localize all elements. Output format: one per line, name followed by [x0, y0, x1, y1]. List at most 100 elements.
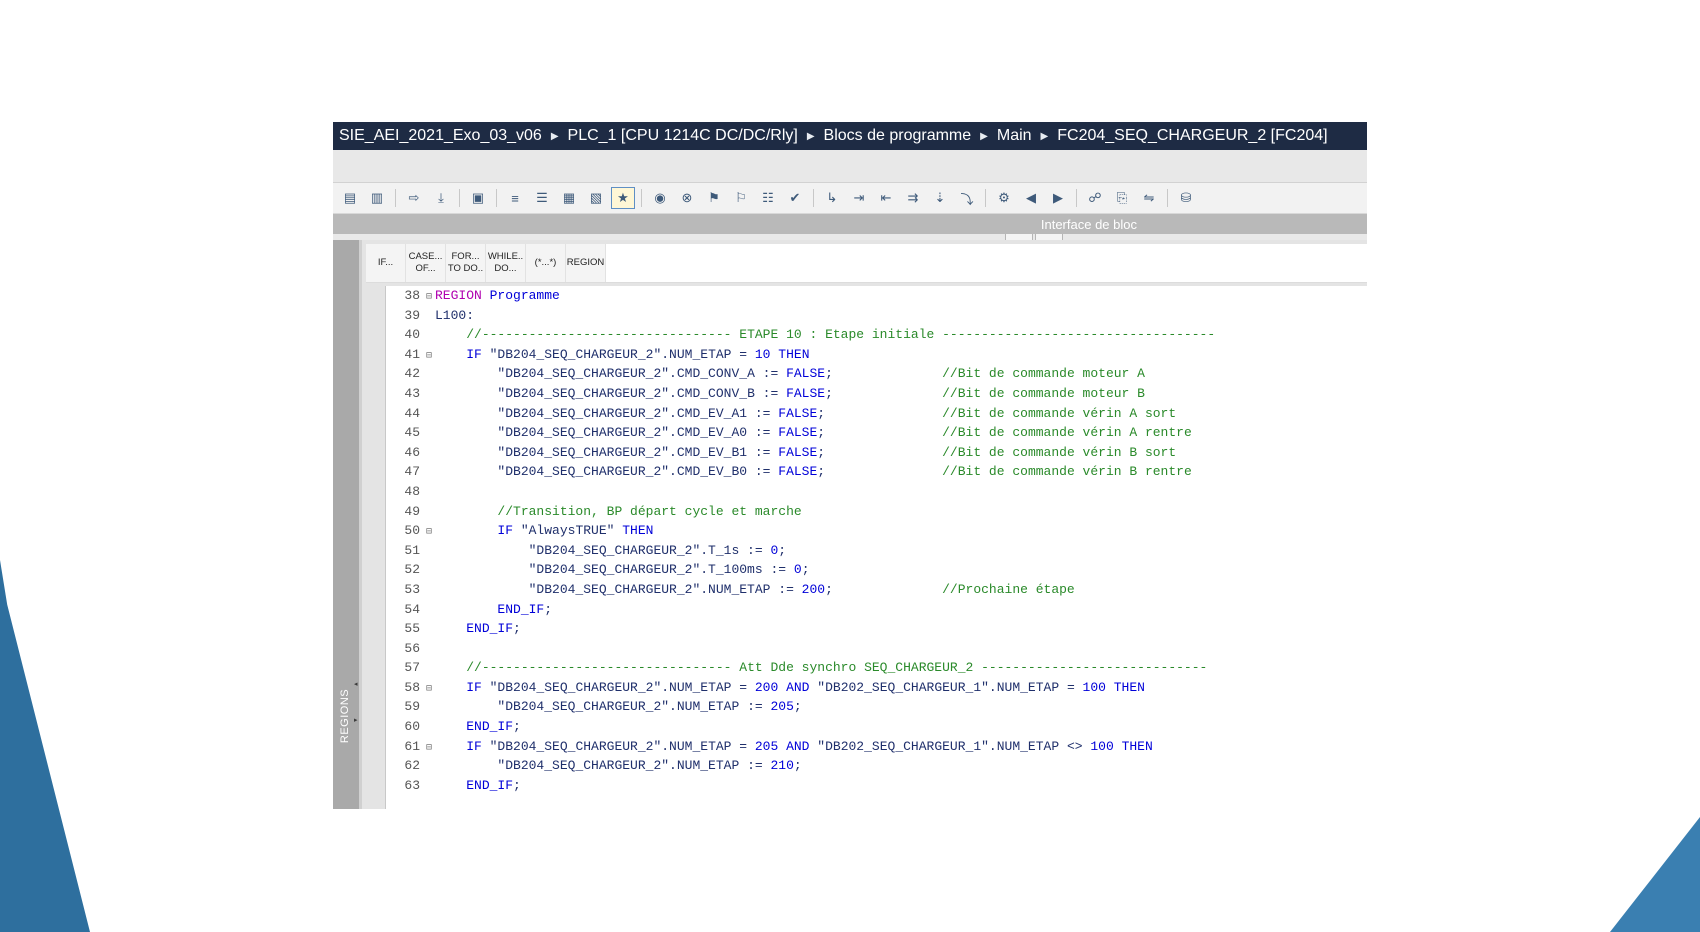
- step-into-icon[interactable]: ⇥: [848, 188, 870, 208]
- insert-network-icon[interactable]: ▤: [339, 188, 361, 208]
- code-token: "AlwaysTRUE": [513, 523, 615, 539]
- code-line[interactable]: 40 //-------------------------------- ET…: [386, 325, 1367, 345]
- decorative-right-shape: [1610, 817, 1700, 932]
- code-line[interactable]: 60 END_IF;: [386, 717, 1367, 737]
- code-line[interactable]: 44 "DB204_SEQ_CHARGEUR_2".CMD_EV_A1 := F…: [386, 404, 1367, 424]
- breadcrumb-item[interactable]: Blocs de programme: [824, 127, 972, 145]
- code-token: "DB204_SEQ_CHARGEUR_2".CMD_EV_B1 :=: [497, 444, 779, 460]
- check-icon[interactable]: ✔: [784, 188, 806, 208]
- line-number: 44: [404, 405, 420, 421]
- delete-network-icon[interactable]: ▥: [366, 188, 388, 208]
- download-icon[interactable]: ⤓: [430, 188, 452, 208]
- code-line[interactable]: 45 "DB204_SEQ_CHARGEUR_2".CMD_EV_A0 := F…: [386, 423, 1367, 443]
- regions-expand-icon[interactable]: ▸: [354, 716, 358, 724]
- code-token: ;: [778, 542, 787, 558]
- code-text: "DB204_SEQ_CHARGEUR_2".NUM_ETAP := 205;: [435, 699, 801, 715]
- line-icon[interactable]: ⤵: [956, 188, 978, 208]
- code-text: //-------------------------------- Att D…: [435, 660, 1207, 675]
- goto-icon[interactable]: ↳: [821, 188, 843, 208]
- line-number: 62: [404, 758, 420, 774]
- snippet-button[interactable]: WHILE.. DO...: [486, 244, 526, 282]
- code-line[interactable]: 41 ⊟ IF "DB204_SEQ_CHARGEUR_2".NUM_ETAP =…: [386, 345, 1367, 365]
- code-token: ;: [817, 444, 943, 460]
- db-icon[interactable]: ⛁: [1175, 188, 1197, 208]
- code-token: THEN: [614, 523, 654, 539]
- code-token: ;: [513, 719, 521, 735]
- compile-icon[interactable]: ⇨: [403, 188, 425, 208]
- monitoring-on-icon[interactable]: ☍: [1084, 188, 1106, 208]
- regions-panel[interactable]: REGIONS ◂ ▸: [333, 240, 359, 809]
- code-line[interactable]: 57 //-------------------------------- At…: [386, 658, 1367, 678]
- breakpoint-icon[interactable]: ◉: [649, 188, 671, 208]
- favorites-icon[interactable]: ★: [611, 187, 635, 209]
- block-interface-bar[interactable]: Interface de bloc: [333, 214, 1367, 234]
- code-line[interactable]: 39 L100:: [386, 306, 1367, 326]
- comment-icon[interactable]: ▦: [558, 188, 580, 208]
- bookmark-icon[interactable]: ⚑: [703, 188, 725, 208]
- step-over-icon[interactable]: ⇉: [902, 188, 924, 208]
- code-token: IF: [466, 738, 482, 754]
- step-out-icon[interactable]: ⇤: [875, 188, 897, 208]
- snippet-button[interactable]: REGION: [566, 244, 606, 282]
- code-line[interactable]: 61 ⊟ IF "DB204_SEQ_CHARGEUR_2".NUM_ETAP =…: [386, 737, 1367, 757]
- code-line[interactable]: 53 "DB204_SEQ_CHARGEUR_2".NUM_ETAP := 20…: [386, 580, 1367, 600]
- code-line[interactable]: 51 "DB204_SEQ_CHARGEUR_2".T_1s := 0;: [386, 541, 1367, 561]
- indent-icon[interactable]: ≡: [504, 188, 526, 208]
- code-token: FALSE: [786, 385, 826, 401]
- snippet-button[interactable]: FOR... TO DO..: [446, 244, 486, 282]
- delete-breakpoint-icon[interactable]: ⊗: [676, 188, 698, 208]
- regions-collapse-icon[interactable]: ◂: [354, 680, 358, 688]
- snapshot-icon[interactable]: ⎘: [1111, 188, 1133, 208]
- breadcrumb-item[interactable]: FC204_SEQ_CHARGEUR_2 [FC204]: [1057, 127, 1327, 145]
- compare-icon[interactable]: ⇋: [1138, 188, 1160, 208]
- next-bookmark-icon[interactable]: ⚐: [730, 188, 752, 208]
- outdent-icon[interactable]: ☰: [531, 188, 553, 208]
- code-line[interactable]: 48: [386, 482, 1367, 502]
- code-line[interactable]: 50 ⊟ IF "AlwaysTRUE" THEN: [386, 521, 1367, 541]
- breadcrumb-item[interactable]: Main: [997, 127, 1032, 145]
- code-editor[interactable]: 38 ⊟ REGION Programme 39 L100: 40 //--------…: [385, 286, 1367, 809]
- code-token: THEN: [1113, 738, 1153, 754]
- toolbar-separator: [459, 189, 460, 207]
- call-hierarchy-icon[interactable]: ⚙: [993, 188, 1015, 208]
- code-token: ;: [825, 366, 943, 382]
- toolbar-separator: [496, 189, 497, 207]
- code-token: 100: [1082, 679, 1106, 695]
- code-text: "DB204_SEQ_CHARGEUR_2".CMD_EV_B1 := FALS…: [435, 445, 1176, 460]
- code-line[interactable]: 47 "DB204_SEQ_CHARGEUR_2".CMD_EV_B0 := F…: [386, 462, 1367, 482]
- prev-icon[interactable]: ◀: [1020, 188, 1042, 208]
- list-icon[interactable]: ☷: [757, 188, 779, 208]
- snippet-button[interactable]: IF...: [366, 244, 406, 282]
- monitor-icon[interactable]: ▣: [467, 188, 489, 208]
- code-line[interactable]: 49 //Transition, BP départ cycle et marc…: [386, 502, 1367, 522]
- code-token: ;: [544, 601, 553, 617]
- code-line[interactable]: 38 ⊟ REGION Programme: [386, 286, 1367, 306]
- next-icon[interactable]: ▶: [1047, 188, 1069, 208]
- line-number: 63: [404, 777, 420, 793]
- code-token: IF: [466, 346, 482, 362]
- line-number: 40: [404, 327, 420, 343]
- code-token: //Bit de commande vérin A sort: [942, 405, 1177, 421]
- code-line[interactable]: 58 ⊟ IF "DB204_SEQ_CHARGEUR_2".NUM_ETAP =…: [386, 678, 1367, 698]
- code-token: "DB204_SEQ_CHARGEUR_2".CMD_CONV_A :=: [497, 366, 787, 382]
- toolbar-separator: [641, 189, 642, 207]
- code-line[interactable]: 43 "DB204_SEQ_CHARGEUR_2".CMD_CONV_B := …: [386, 384, 1367, 404]
- code-line[interactable]: 42 "DB204_SEQ_CHARGEUR_2".CMD_CONV_A := …: [386, 364, 1367, 384]
- code-line[interactable]: 63 END_IF;: [386, 776, 1367, 796]
- code-token: 10: [754, 346, 771, 362]
- code-line[interactable]: 55 END_IF;: [386, 619, 1367, 639]
- code-line[interactable]: 52 "DB204_SEQ_CHARGEUR_2".T_100ms := 0;: [386, 560, 1367, 580]
- code-line[interactable]: 46 "DB204_SEQ_CHARGEUR_2".CMD_EV_B1 := F…: [386, 443, 1367, 463]
- code-text: L100:: [435, 308, 474, 323]
- breadcrumb-item[interactable]: PLC_1 [CPU 1214C DC/DC/Rly]: [568, 127, 798, 145]
- code-line[interactable]: 62 "DB204_SEQ_CHARGEUR_2".NUM_ETAP := 21…: [386, 756, 1367, 776]
- run-to-icon[interactable]: ⇣: [929, 188, 951, 208]
- code-line[interactable]: 54 END_IF;: [386, 600, 1367, 620]
- code-token: 205: [770, 699, 794, 715]
- breadcrumb-item[interactable]: SIE_AEI_2021_Exo_03_v06: [339, 127, 542, 145]
- code-line[interactable]: 56: [386, 639, 1367, 659]
- snippet-button[interactable]: CASE... OF...: [406, 244, 446, 282]
- uncomment-icon[interactable]: ▧: [585, 188, 607, 208]
- code-line[interactable]: 59 "DB204_SEQ_CHARGEUR_2".NUM_ETAP := 20…: [386, 697, 1367, 717]
- snippet-button[interactable]: (*...*): [526, 244, 566, 282]
